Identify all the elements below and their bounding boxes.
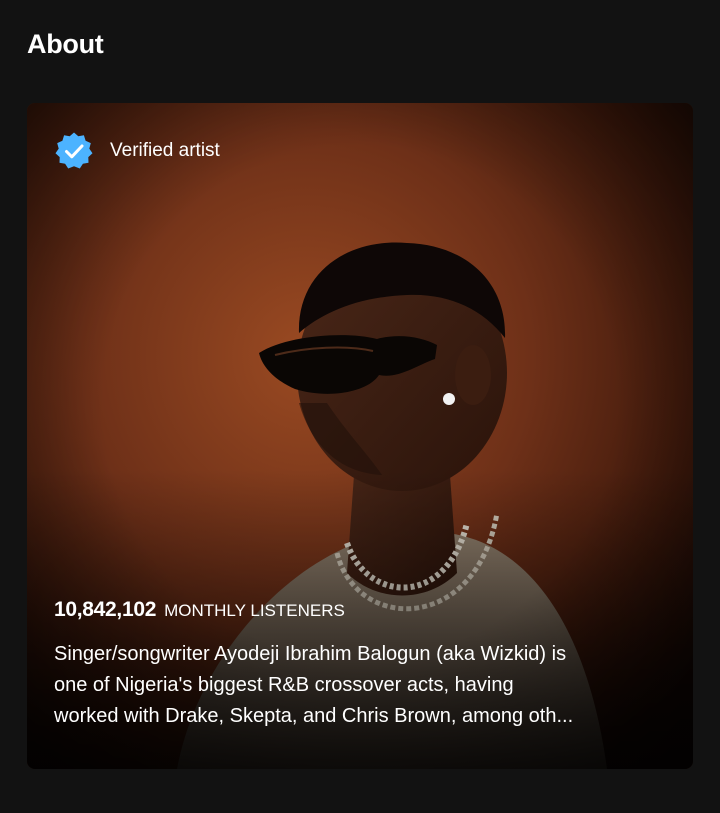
about-page: About Verified artist 10,842,102 MONTHLY… — [0, 0, 720, 813]
bio-line: Singer/songwriter Ayodeji Ibrahim Balogu… — [54, 643, 567, 665]
about-card[interactable]: Verified artist 10,842,102 MONTHLY LISTE… — [27, 103, 693, 769]
verified-artist-badge: Verified artist — [54, 131, 220, 171]
monthly-listeners: 10,842,102 MONTHLY LISTENERS — [54, 598, 345, 622]
artist-bio[interactable]: Singer/songwriter Ayodeji Ibrahim Balogu… — [54, 639, 674, 732]
bio-line: one of Nigeria's biggest R&B crossover a… — [54, 674, 514, 696]
verified-badge-icon — [55, 132, 93, 169]
bio-line: worked with Drake, Skepta, and Chris Bro… — [54, 705, 574, 727]
monthly-listeners-count: 10,842,102 — [54, 598, 157, 621]
verified-label: Verified artist — [110, 140, 220, 161]
monthly-listeners-label: MONTHLY LISTENERS — [164, 601, 345, 620]
section-title: About — [27, 29, 104, 59]
